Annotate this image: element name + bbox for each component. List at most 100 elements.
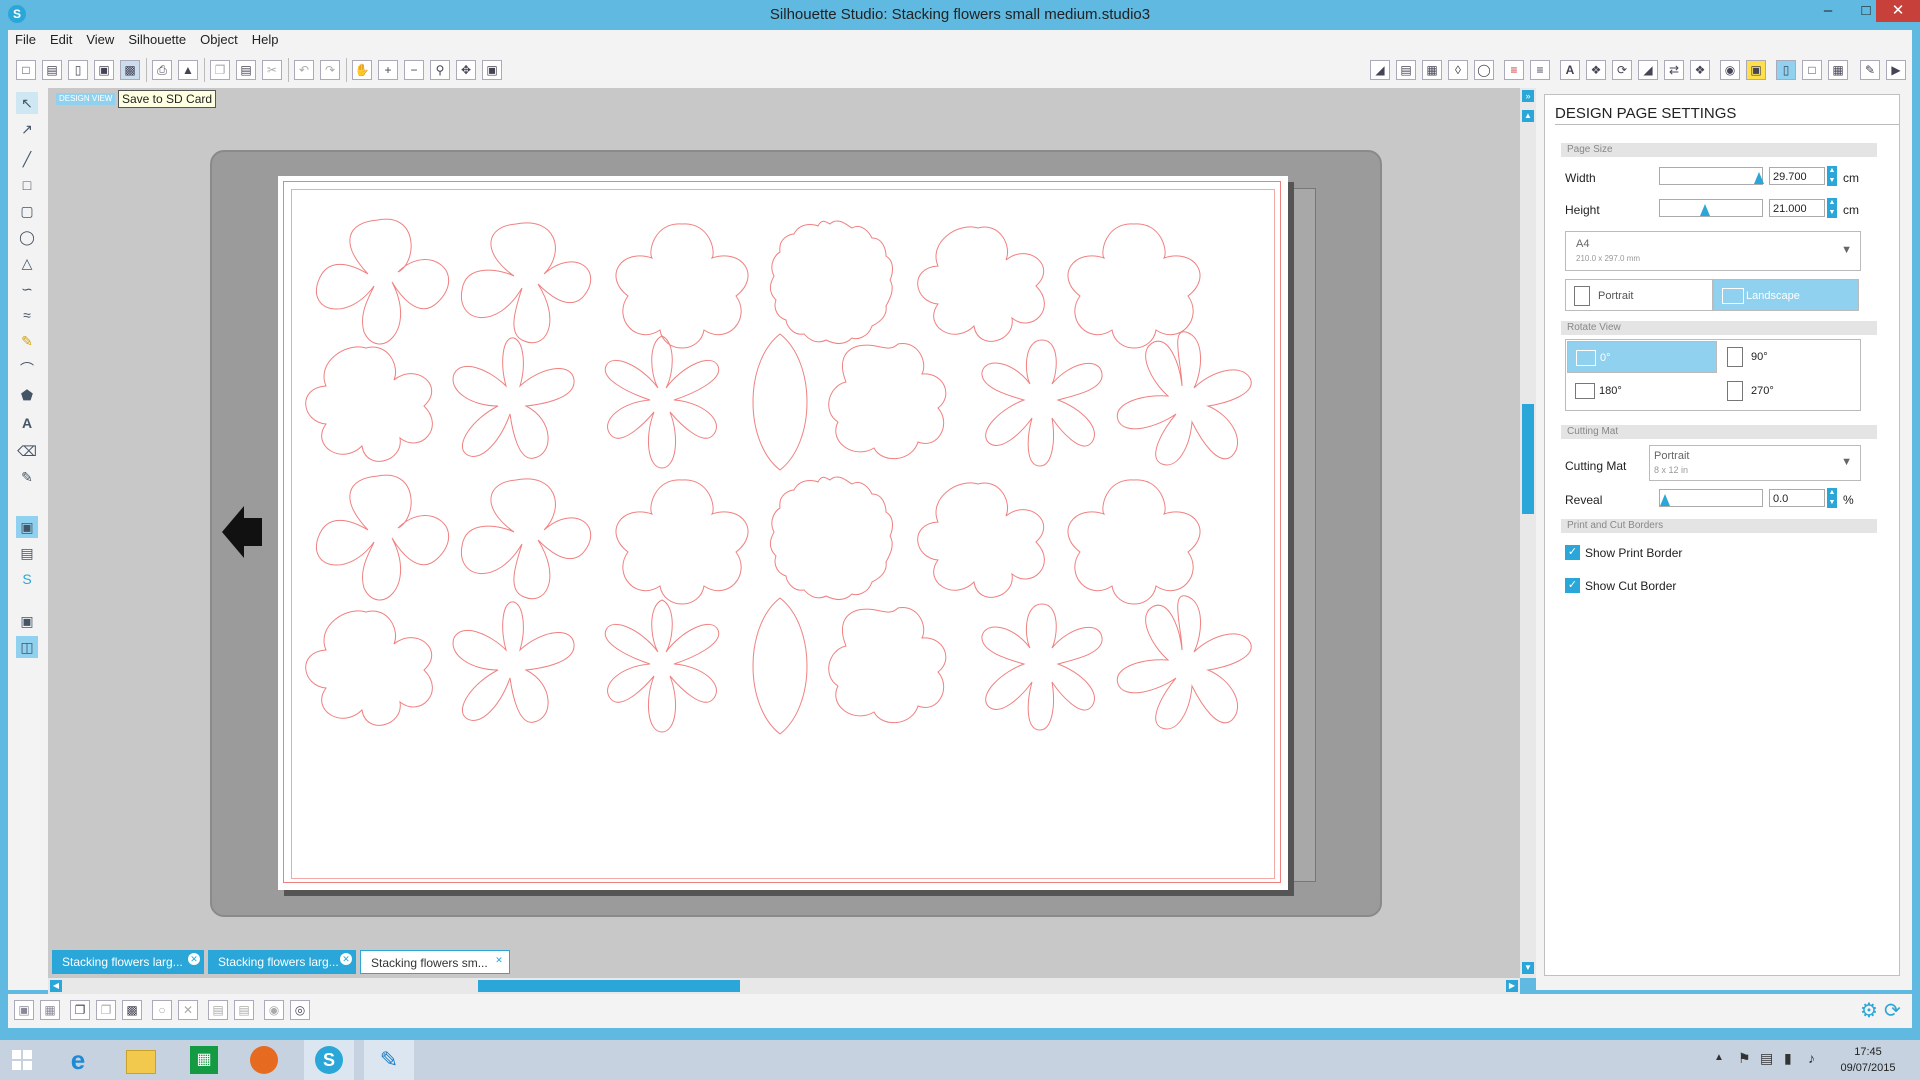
flower-shape[interactable] <box>917 482 1045 598</box>
bring-to-front-icon[interactable]: ▤ <box>208 1000 228 1020</box>
horizontal-scrollbar[interactable]: ◀ ▶ <box>48 978 1520 994</box>
single-view-icon[interactable]: ▣ <box>16 610 38 632</box>
copy-icon[interactable]: ❐ <box>210 60 230 80</box>
open-file-icon[interactable]: ▤ <box>42 60 62 80</box>
portrait-button[interactable]: Portrait <box>1565 279 1713 311</box>
rotate-0-button[interactable]: 0° <box>1567 341 1717 373</box>
freehand-tool-icon[interactable]: ≈ <box>16 304 38 326</box>
target-icon[interactable]: ◎ <box>290 1000 310 1020</box>
cutting-mat-dropdown[interactable]: Portrait 8 x 12 in ▼ <box>1649 445 1861 481</box>
duplicate-icon[interactable]: ▩ <box>122 1000 142 1020</box>
document-tab[interactable]: Stacking flowers larg... ✕ <box>52 950 204 974</box>
offset-icon[interactable]: ▣ <box>1746 60 1766 80</box>
reveal-spinner[interactable]: ▲ ▼ <box>1827 488 1837 508</box>
flower-shape[interactable] <box>604 599 720 733</box>
flower-shape[interactable] <box>315 218 450 345</box>
flower-shape[interactable] <box>769 476 893 601</box>
flower-shapes[interactable] <box>278 176 1288 890</box>
rotate-270-button[interactable]: 270° <box>1719 375 1857 407</box>
make-compound-path-icon[interactable]: ❐ <box>70 1000 90 1020</box>
flower-shape[interactable] <box>452 601 575 723</box>
menu-help[interactable]: Help <box>245 30 286 49</box>
send-to-silhouette-icon[interactable]: ▲ <box>178 60 198 80</box>
menu-view[interactable]: View <box>79 30 121 49</box>
flower-shape[interactable] <box>460 222 592 344</box>
document-tab[interactable]: Stacking flowers larg... ✕ <box>208 950 356 974</box>
select-tool-icon[interactable]: ↖ <box>16 92 38 114</box>
knife-tool-icon[interactable]: ✎ <box>16 466 38 488</box>
width-input[interactable]: 29.700 <box>1769 167 1825 185</box>
scroll-right-icon[interactable]: ▶ <box>1506 980 1518 992</box>
volume-icon[interactable]: ♪ <box>1808 1050 1815 1066</box>
send-to-back-icon[interactable]: ▤ <box>234 1000 254 1020</box>
scale-icon[interactable]: ◢ <box>1638 60 1658 80</box>
offset-object-icon[interactable]: ◉ <box>264 1000 284 1020</box>
weld-icon[interactable]: ○ <box>152 1000 172 1020</box>
edit-points-icon[interactable]: ↗ <box>16 118 38 140</box>
store-icon[interactable]: S <box>16 568 38 590</box>
network-icon[interactable]: ▤ <box>1760 1050 1773 1067</box>
internet-explorer-icon[interactable]: e <box>64 1046 92 1074</box>
cut-icon[interactable]: ✂ <box>262 60 282 80</box>
design-page[interactable] <box>278 176 1288 890</box>
menu-edit[interactable]: Edit <box>43 30 79 49</box>
battery-icon[interactable]: ▮ <box>1784 1050 1792 1067</box>
pan-icon[interactable]: ✋ <box>352 60 372 80</box>
text-tool-icon[interactable]: A <box>16 412 38 434</box>
delete-icon[interactable]: ✕ <box>178 1000 198 1020</box>
flower-shape[interactable] <box>917 226 1045 342</box>
height-slider[interactable] <box>1659 199 1763 217</box>
zoom-out-icon[interactable]: − <box>404 60 424 80</box>
redo-icon[interactable]: ↷ <box>320 60 340 80</box>
tab-close-icon[interactable]: ✕ <box>188 953 200 965</box>
drag-zoom-icon[interactable]: ✥ <box>456 60 476 80</box>
text-style-icon[interactable]: A <box>1560 60 1580 80</box>
fit-to-page-icon[interactable]: ▣ <box>482 60 502 80</box>
width-spinner[interactable]: ▲ ▼ <box>1827 166 1837 186</box>
cut-line-icon[interactable]: ≡ <box>1504 60 1524 80</box>
reveal-input[interactable]: 0.0 <box>1769 489 1825 507</box>
send-icon[interactable]: ▶ <box>1886 60 1906 80</box>
clock-time[interactable]: 17:45 <box>1840 1046 1896 1058</box>
zoom-select-icon[interactable]: ⚲ <box>430 60 450 80</box>
show-cut-border-checkbox[interactable]: ✓ <box>1565 578 1580 593</box>
scroll-down-icon[interactable]: ▼ <box>1522 962 1534 974</box>
rotate-180-button[interactable]: 180° <box>1567 375 1717 407</box>
flower-shape[interactable] <box>752 333 808 471</box>
zoom-in-icon[interactable]: + <box>378 60 398 80</box>
paste-icon[interactable]: ▤ <box>236 60 256 80</box>
width-slider[interactable] <box>1659 167 1764 185</box>
pen-app-icon[interactable]: ✎ <box>364 1040 414 1080</box>
design-view-icon[interactable]: ▣ <box>16 516 38 538</box>
grid-icon[interactable]: ▦ <box>1828 60 1848 80</box>
rotate-90-button[interactable]: 90° <box>1719 341 1857 373</box>
rotate-icon[interactable]: ⟳ <box>1612 60 1632 80</box>
flower-shape[interactable] <box>615 479 749 605</box>
line-tool-icon[interactable]: ╱ <box>16 148 38 170</box>
show-print-border-checkbox[interactable]: ✓ <box>1565 545 1580 560</box>
flower-shape[interactable] <box>828 607 947 724</box>
curve-tool-icon[interactable]: ∽ <box>16 278 38 300</box>
cut-settings-icon[interactable]: ✎ <box>1860 60 1880 80</box>
save-icon[interactable]: ▣ <box>94 60 114 80</box>
flower-shape[interactable] <box>752 597 808 735</box>
polygon-tool-icon[interactable]: △ <box>16 252 38 274</box>
rounded-rectangle-icon[interactable]: ▢ <box>16 200 38 222</box>
close-button[interactable]: ✕ <box>1876 0 1920 22</box>
tab-close-icon[interactable]: ✕ <box>340 953 352 965</box>
new-file-icon[interactable]: □ <box>16 60 36 80</box>
fill-color-icon[interactable]: ◢ <box>1370 60 1390 80</box>
ellipse-tool-icon[interactable]: ◯ <box>16 226 38 248</box>
align-icon[interactable]: ≡ <box>1530 60 1550 80</box>
flower-shape[interactable] <box>1067 479 1201 605</box>
arc-tool-icon[interactable]: ⌒ <box>16 358 38 380</box>
flower-shape[interactable] <box>305 346 433 462</box>
move-icon[interactable]: ⇄ <box>1664 60 1684 80</box>
save-sd-card-icon[interactable]: ▩ <box>120 60 140 80</box>
collapse-panel-icon[interactable]: » <box>1522 90 1534 102</box>
flower-shape[interactable] <box>769 220 893 345</box>
vertical-scrollbar[interactable]: » ▲ ▼ <box>1520 88 1536 978</box>
flower-shape[interactable] <box>1116 331 1252 466</box>
document-tab-active[interactable]: Stacking flowers sm... ✕ <box>360 950 510 974</box>
start-windows-icon[interactable] <box>12 1050 32 1070</box>
